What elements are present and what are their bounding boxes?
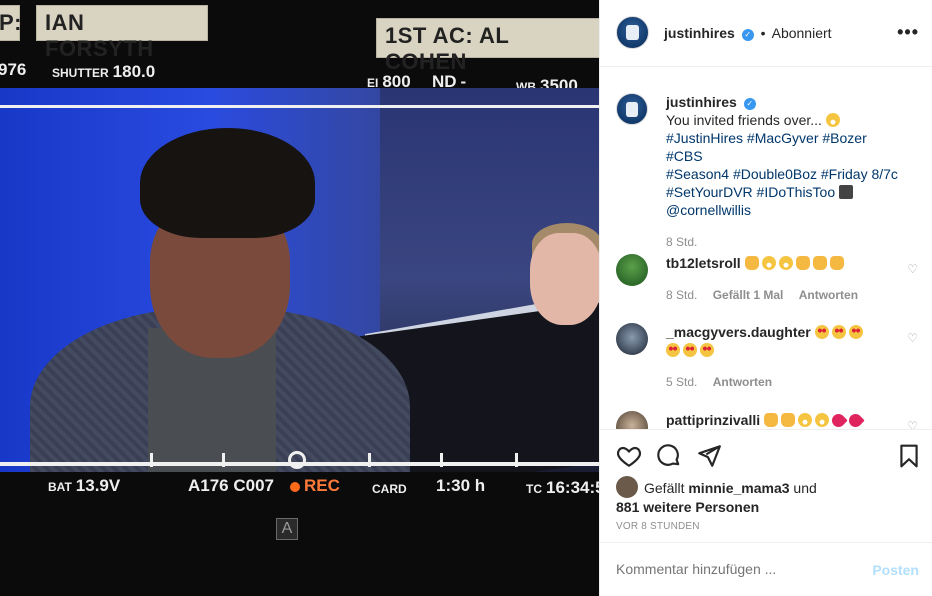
grin-emoji-icon bbox=[825, 113, 840, 127]
bookmark-icon[interactable] bbox=[896, 443, 922, 469]
post-side-panel: justinhires ✓ • Abonniert ••• justinhire… bbox=[599, 0, 932, 596]
laugh-emoji-icon bbox=[815, 413, 830, 427]
follow-status[interactable]: Abonniert bbox=[772, 25, 832, 41]
hud-timecode: TC 16:34:5 bbox=[526, 478, 599, 497]
thumbs-up-emoji-icon bbox=[812, 256, 827, 270]
star-struck-emoji-icon bbox=[700, 343, 714, 357]
hud-card-time: 1:30 h bbox=[436, 476, 486, 495]
thumbs-up-emoji-icon bbox=[744, 256, 759, 270]
liked-by-user[interactable]: minnie_mama3 bbox=[688, 480, 789, 496]
verified-icon: ✓ bbox=[743, 98, 756, 110]
liked-by: Gefällt minnie_mama3 und 881 weitere Per… bbox=[616, 476, 916, 516]
comment-username[interactable]: tb12letsroll bbox=[666, 255, 741, 271]
comment-time[interactable]: 8 Std. bbox=[666, 288, 697, 302]
comment-username[interactable]: pattiprinzivalli bbox=[666, 412, 760, 428]
heart-emoji-icon bbox=[829, 411, 848, 429]
hud-shutter: SHUTTER 180.0 bbox=[52, 62, 156, 81]
author-avatar[interactable] bbox=[616, 16, 649, 49]
star-struck-emoji-icon bbox=[814, 325, 829, 339]
camera-emoji-icon bbox=[839, 185, 854, 199]
reply-button[interactable]: Antworten bbox=[713, 375, 772, 389]
comment-icon[interactable] bbox=[656, 443, 682, 469]
star-struck-emoji-icon bbox=[683, 343, 697, 357]
laugh-emoji-icon bbox=[778, 256, 793, 270]
rec-dot-icon bbox=[290, 482, 300, 493]
author-username[interactable]: justinhires bbox=[664, 25, 735, 41]
thumbs-up-emoji-icon bbox=[781, 413, 796, 427]
post-actions: Gefällt minnie_mama3 und 881 weitere Per… bbox=[600, 429, 932, 542]
post-photo[interactable]: P: IAN FORSYTH 1ST AC: AL COHEN 976 SHUT… bbox=[0, 0, 599, 596]
laugh-emoji-icon bbox=[798, 413, 813, 427]
post-comment-button[interactable]: Posten bbox=[872, 562, 919, 578]
star-struck-emoji-icon bbox=[666, 343, 680, 357]
hud-rec: REC bbox=[290, 476, 340, 496]
star-struck-emoji-icon bbox=[831, 325, 846, 339]
caption-time[interactable]: 8 Std. bbox=[666, 235, 697, 249]
comments-list: justinhires ✓ You invited friends over..… bbox=[600, 67, 932, 429]
monitor-a-badge: A bbox=[276, 518, 298, 540]
thumbs-up-emoji-icon bbox=[764, 413, 779, 427]
more-options-icon[interactable]: ••• bbox=[897, 22, 919, 43]
liker-avatar[interactable] bbox=[616, 476, 638, 498]
verified-icon: ✓ bbox=[741, 29, 754, 41]
photo-scene bbox=[0, 88, 599, 472]
comment-username[interactable]: _macgyvers.daughter bbox=[666, 324, 811, 340]
comment-time[interactable]: 5 Std. bbox=[666, 375, 697, 389]
caption-hashtags-2[interactable]: #Season4 #Double0Boz #Friday 8/7c bbox=[666, 166, 898, 182]
thumbs-up-emoji-icon bbox=[829, 256, 844, 270]
comment-like-icon[interactable]: ♡ bbox=[907, 262, 918, 276]
hud-clip: A176 C007 bbox=[188, 476, 275, 495]
comment-likes[interactable]: Gefällt 1 Mal bbox=[713, 288, 784, 302]
caption-hashtags-3[interactable]: #SetYourDVR #IDoThisToo bbox=[666, 184, 835, 200]
comment-composer: Posten bbox=[600, 542, 932, 596]
post-header: justinhires ✓ • Abonniert ••• bbox=[600, 0, 932, 67]
commenter-avatar[interactable] bbox=[616, 411, 648, 429]
hud-card: CARD bbox=[372, 482, 407, 496]
share-icon[interactable] bbox=[696, 443, 722, 469]
laugh-emoji-icon bbox=[761, 256, 776, 270]
operator-slate: IAN FORSYTH bbox=[36, 5, 208, 61]
center-mark-icon bbox=[288, 451, 306, 469]
reply-button[interactable]: Antworten bbox=[799, 288, 858, 302]
caption-avatar[interactable] bbox=[616, 93, 648, 125]
caption-text: You invited friends over... bbox=[666, 112, 822, 128]
comment-like-icon[interactable]: ♡ bbox=[907, 419, 918, 429]
heart-emoji-icon bbox=[846, 411, 865, 429]
post-timestamp[interactable]: VOR 8 STUNDEN bbox=[616, 521, 700, 532]
caption-mention[interactable]: @cornellwillis bbox=[666, 202, 751, 218]
comment-input[interactable] bbox=[616, 561, 856, 577]
like-heart-icon[interactable] bbox=[616, 443, 642, 469]
caption-username[interactable]: justinhires bbox=[666, 94, 737, 110]
camera-slate: P: bbox=[0, 5, 22, 41]
star-struck-emoji-icon bbox=[848, 325, 863, 339]
liked-by-others[interactable]: 881 weitere Personen bbox=[616, 499, 759, 515]
thumbs-up-emoji-icon bbox=[795, 256, 810, 270]
first-ac-slate: 1ST AC: AL COHEN bbox=[376, 18, 599, 74]
caption-hashtags-1[interactable]: #JustinHires #MacGyver #Bozer #CBS bbox=[666, 130, 867, 164]
hud-battery: BAT 13.9V bbox=[48, 476, 121, 495]
commenter-avatar[interactable] bbox=[616, 323, 648, 355]
hud-top-left: 976 bbox=[0, 60, 27, 79]
comment-like-icon[interactable]: ♡ bbox=[907, 331, 918, 345]
commenter-avatar[interactable] bbox=[616, 254, 648, 286]
